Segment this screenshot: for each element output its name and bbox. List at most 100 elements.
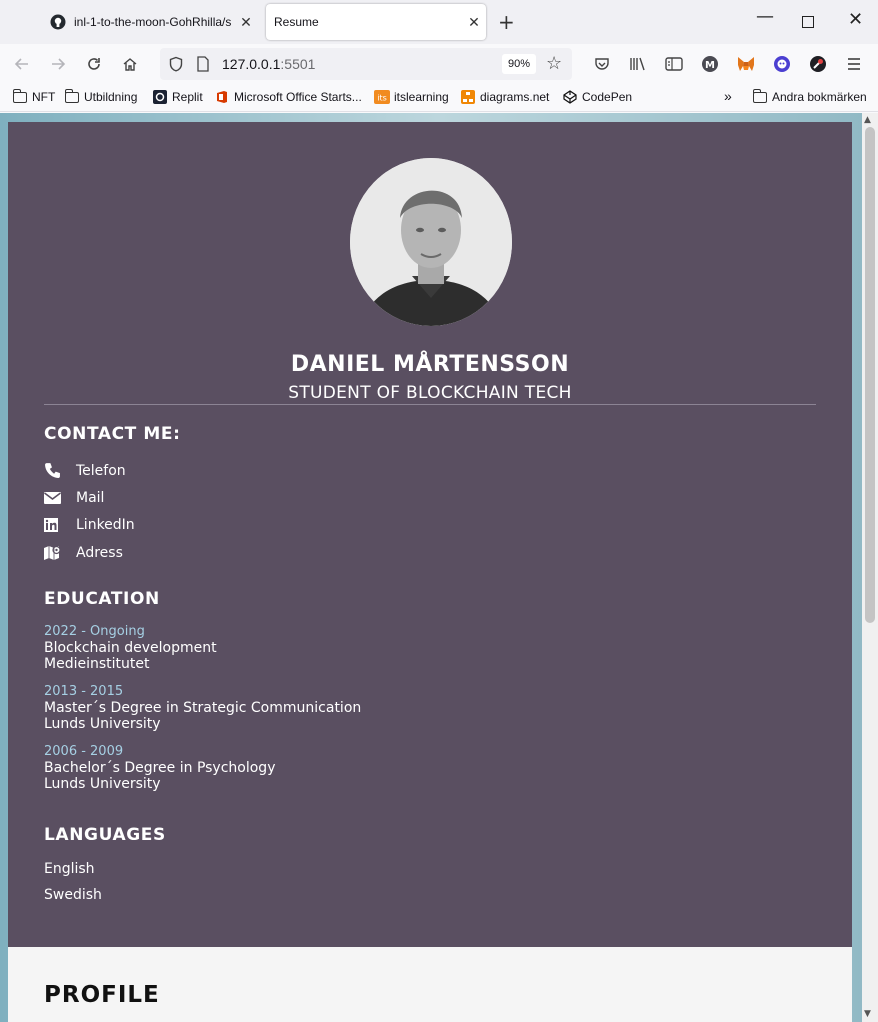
resume-sidebar-panel: DANIEL MÅRTENSSON STUDENT OF BLOCKCHAIN … bbox=[8, 122, 852, 947]
tab-resume[interactable]: Resume ✕ bbox=[266, 4, 486, 40]
resume-title: STUDENT OF BLOCKCHAIN TECH bbox=[288, 383, 572, 403]
folder-icon bbox=[64, 88, 80, 104]
education-years: 2022 - Ongoing bbox=[44, 624, 145, 639]
close-window-button[interactable]: ✕ bbox=[848, 9, 863, 30]
office-icon bbox=[214, 90, 230, 104]
bookmark-itslearning[interactable]: its itslearning bbox=[374, 90, 449, 104]
contact-label: Telefon bbox=[76, 462, 126, 479]
svg-text:its: its bbox=[377, 94, 387, 103]
contact-mail-link[interactable]: Mail bbox=[44, 490, 104, 506]
bookmark-nft[interactable]: NFT bbox=[12, 88, 55, 104]
phone-icon bbox=[44, 462, 76, 479]
more-bookmarks-button[interactable]: » bbox=[724, 88, 732, 104]
map-icon bbox=[44, 545, 76, 561]
linkedin-icon bbox=[44, 518, 76, 532]
bookmark-office[interactable]: Microsoft Office Starts... bbox=[214, 90, 362, 104]
back-button[interactable] bbox=[10, 52, 34, 76]
page-icon bbox=[196, 56, 210, 76]
bookmark-star-icon[interactable]: ☆ bbox=[546, 53, 562, 74]
replit-icon bbox=[152, 90, 168, 104]
bookmark-label: Replit bbox=[172, 90, 203, 104]
bookmark-utbildning[interactable]: Utbildning bbox=[64, 88, 138, 104]
contact-label: Adress bbox=[76, 545, 123, 561]
bookmark-diagrams[interactable]: diagrams.net bbox=[460, 90, 549, 104]
scrollbar-thumb[interactable] bbox=[865, 127, 875, 623]
shield-icon[interactable] bbox=[168, 56, 184, 76]
education-years: 2006 - 2009 bbox=[44, 744, 124, 759]
language-item: Swedish bbox=[44, 887, 102, 903]
folder-icon bbox=[752, 88, 768, 104]
bookmark-label: diagrams.net bbox=[480, 90, 550, 104]
tab-bar: inl-1-to-the-moon-GohRhilla/s ✕ Resume ✕… bbox=[0, 0, 878, 44]
itslearning-icon: its bbox=[374, 90, 390, 104]
bookmark-replit[interactable]: Replit bbox=[152, 90, 203, 104]
maximize-button[interactable] bbox=[802, 16, 814, 28]
library-icon[interactable] bbox=[628, 54, 648, 74]
education-degree: Master´s Degree in Strategic Communicati… bbox=[44, 700, 362, 716]
bookmark-codepen[interactable]: CodePen bbox=[562, 90, 632, 104]
back-arrow-icon bbox=[14, 58, 28, 70]
education-item: 2006 - 2009 Bachelor´s Degree in Psychol… bbox=[44, 744, 275, 792]
reader-view-icon[interactable] bbox=[664, 54, 684, 74]
contact-heading: CONTACT ME: bbox=[44, 424, 181, 444]
bookmark-label: Utbildning bbox=[84, 90, 138, 104]
url-host: 127.0.0.1 bbox=[222, 56, 281, 72]
profile-heading: PROFILE bbox=[44, 982, 160, 1008]
new-tab-button[interactable]: + bbox=[498, 10, 515, 34]
home-icon bbox=[123, 58, 137, 71]
education-school: Lunds University bbox=[44, 776, 161, 792]
bookmark-label: Andra bokmärken bbox=[772, 90, 867, 104]
bookmark-label: Microsoft Office Starts... bbox=[234, 90, 362, 104]
forward-button[interactable] bbox=[46, 52, 70, 76]
svg-text:M: M bbox=[705, 60, 715, 71]
profile-photo bbox=[350, 158, 512, 326]
tab-close-icon[interactable]: ✕ bbox=[234, 14, 258, 31]
tab-title: Resume bbox=[274, 15, 319, 29]
metamask-icon[interactable] bbox=[736, 54, 756, 74]
url-text[interactable]: 127.0.0.1:5501 bbox=[222, 56, 315, 72]
page-scrollbar[interactable]: ▲ ▼ bbox=[862, 113, 878, 1022]
tab-close-icon[interactable]: ✕ bbox=[462, 14, 486, 31]
bookmarks-toolbar: NFT Utbildning Replit Microsoft Office S… bbox=[0, 84, 878, 112]
contact-address-link[interactable]: Adress bbox=[44, 545, 123, 561]
tab-github-repo[interactable]: inl-1-to-the-moon-GohRhilla/s ✕ bbox=[40, 4, 258, 40]
home-button[interactable] bbox=[118, 52, 142, 76]
language-item: English bbox=[44, 861, 95, 877]
contact-label: Mail bbox=[76, 490, 105, 506]
bookmark-label: itslearning bbox=[394, 90, 449, 104]
scroll-up-arrow-icon[interactable]: ▲ bbox=[864, 115, 871, 125]
forward-arrow-icon bbox=[52, 58, 66, 70]
languages-heading: LANGUAGES bbox=[44, 825, 166, 845]
resume-sheet: DANIEL MÅRTENSSON STUDENT OF BLOCKCHAIN … bbox=[8, 122, 852, 1022]
reload-button[interactable] bbox=[82, 52, 106, 76]
url-bar[interactable]: 127.0.0.1:5501 90% ☆ bbox=[160, 48, 572, 80]
contact-phone-link[interactable]: Telefon bbox=[44, 462, 126, 479]
resume-name: DANIEL MÅRTENSSON bbox=[290, 352, 570, 377]
minimize-button[interactable]: — bbox=[756, 6, 774, 27]
education-years: 2013 - 2015 bbox=[44, 684, 124, 699]
header-divider bbox=[44, 404, 816, 405]
extension-wrench-icon[interactable] bbox=[808, 54, 828, 74]
bookmark-label: CodePen bbox=[582, 90, 633, 104]
extension-m-icon[interactable]: M bbox=[700, 54, 720, 74]
mail-icon bbox=[44, 491, 76, 505]
contact-label: LinkedIn bbox=[76, 517, 135, 533]
reload-icon bbox=[88, 58, 100, 70]
education-item: 2013 - 2015 Master´s Degree in Strategic… bbox=[44, 684, 361, 732]
github-icon bbox=[50, 14, 66, 30]
tab-title: inl-1-to-the-moon-GohRhilla/s bbox=[74, 15, 232, 29]
other-bookmarks-folder[interactable]: Andra bokmärken bbox=[752, 88, 867, 104]
education-heading: EDUCATION bbox=[44, 589, 160, 609]
extension-ghost-icon[interactable] bbox=[772, 54, 792, 74]
education-school: Lunds University bbox=[44, 716, 161, 732]
hamburger-menu-icon[interactable] bbox=[844, 54, 864, 74]
contact-linkedin-link[interactable]: LinkedIn bbox=[44, 517, 135, 533]
url-port: :5501 bbox=[280, 56, 316, 72]
education-school: Medieinstitutet bbox=[44, 656, 150, 672]
folder-icon bbox=[12, 88, 28, 104]
diagrams-icon bbox=[460, 90, 476, 104]
scroll-down-arrow-icon[interactable]: ▼ bbox=[864, 1009, 871, 1019]
education-degree: Bachelor´s Degree in Psychology bbox=[44, 760, 276, 776]
pocket-icon[interactable] bbox=[592, 54, 612, 74]
zoom-indicator[interactable]: 90% bbox=[502, 54, 536, 74]
